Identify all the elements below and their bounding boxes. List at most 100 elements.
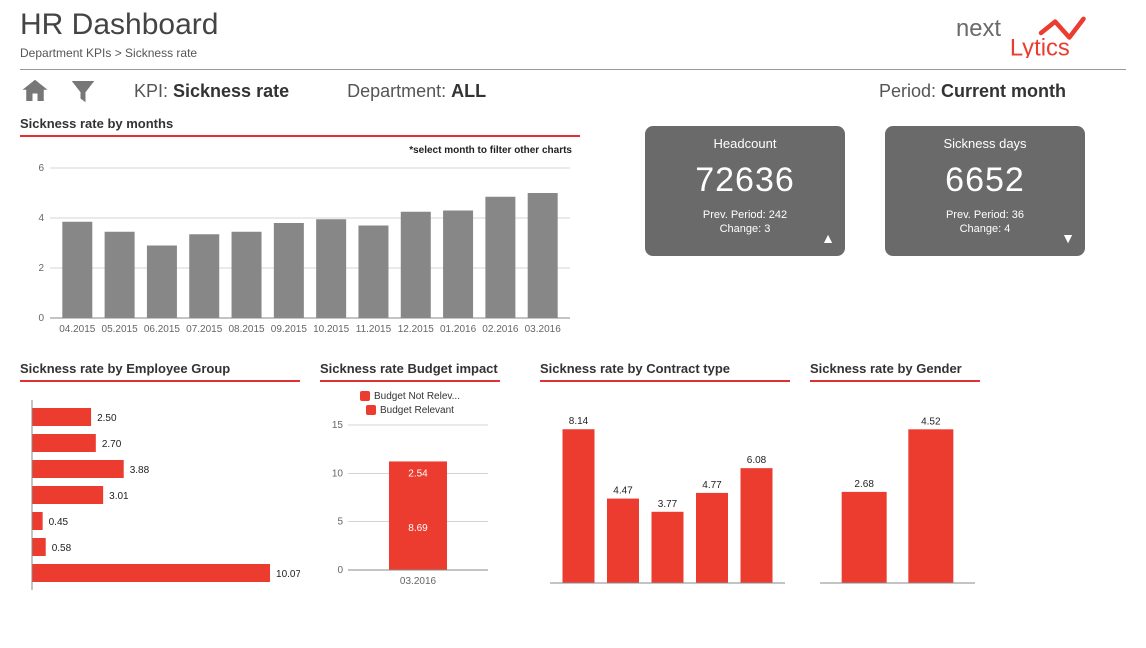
arrow-up-icon: ▲ [821, 230, 835, 246]
svg-text:6.08: 6.08 [747, 455, 767, 466]
monthly-hint: *select month to filter other charts [20, 143, 580, 158]
tile-headcount-label: Headcount [714, 136, 777, 151]
svg-text:4.47: 4.47 [613, 486, 633, 497]
svg-text:12.2015: 12.2015 [398, 324, 435, 335]
svg-text:4: 4 [38, 213, 44, 224]
bar[interactable] [32, 486, 103, 504]
svg-text:0.58: 0.58 [52, 543, 72, 554]
svg-text:02.2016: 02.2016 [482, 324, 519, 335]
svg-text:4.52: 4.52 [921, 416, 941, 427]
tile-headcount[interactable]: Headcount 72636 Prev. Period: 242Change:… [645, 126, 845, 256]
svg-text:0.45: 0.45 [49, 517, 69, 528]
kpi-value: Sickness rate [173, 81, 289, 101]
tile-sickdays[interactable]: Sickness days 6652 Prev. Period: 36Chang… [885, 126, 1085, 256]
svg-text:5: 5 [337, 517, 343, 528]
svg-text:0: 0 [38, 313, 44, 324]
dept-value: ALL [451, 81, 486, 101]
svg-text:2.70: 2.70 [102, 439, 122, 450]
period-value: Current month [941, 81, 1066, 101]
svg-text:3.77: 3.77 [658, 499, 678, 510]
brand-logo: next Lytics [956, 8, 1126, 63]
bar[interactable] [274, 223, 304, 318]
svg-text:3.01: 3.01 [109, 491, 129, 502]
bar[interactable] [842, 492, 887, 583]
bar[interactable] [189, 234, 219, 318]
monthly-title: Sickness rate by months [20, 116, 580, 137]
bar[interactable] [485, 197, 515, 318]
chart-empgroup[interactable]: 2.50 2.70 3.88 3.01 0.45 0.58 10.07 [20, 388, 300, 598]
chart-gender[interactable]: 2.68 4.52 [810, 388, 980, 598]
kpi-label: KPI: [134, 81, 173, 101]
svg-text:2.50: 2.50 [97, 413, 117, 424]
period-label: Period: [879, 81, 941, 101]
svg-text:15: 15 [332, 420, 344, 431]
kpi-filter: KPI: Sickness rate [134, 81, 289, 102]
svg-text:11.2015: 11.2015 [356, 324, 392, 335]
bar[interactable] [316, 219, 346, 318]
home-icon[interactable] [20, 76, 50, 106]
svg-text:10.07: 10.07 [276, 569, 300, 580]
bar[interactable] [443, 211, 473, 319]
contract-title: Sickness rate by Contract type [540, 361, 790, 382]
bar[interactable] [528, 193, 558, 318]
breadcrumb[interactable]: Department KPIs > Sickness rate [20, 46, 218, 60]
budget-legend: Budget Not Relev... Budget Relevant [320, 388, 500, 420]
svg-text:2.54: 2.54 [408, 469, 428, 480]
svg-text:4.77: 4.77 [702, 480, 722, 491]
divider [20, 69, 1126, 70]
bar[interactable] [32, 434, 96, 452]
page-title: HR Dashboard [20, 8, 218, 42]
bar[interactable] [607, 499, 639, 583]
tile-headcount-value: 72636 [695, 161, 795, 200]
svg-text:2.68: 2.68 [854, 479, 874, 490]
bar[interactable] [32, 408, 91, 426]
bar[interactable] [32, 512, 43, 530]
gender-title: Sickness rate by Gender [810, 361, 980, 382]
bar[interactable] [105, 232, 135, 318]
bar[interactable] [232, 232, 262, 318]
svg-text:3.88: 3.88 [130, 465, 150, 476]
svg-text:10: 10 [332, 468, 344, 479]
budget-legend1: Budget Not Relev... [374, 391, 460, 402]
bar[interactable] [908, 429, 953, 583]
dept-filter: Department: ALL [347, 81, 486, 102]
filter-bar: KPI: Sickness rate Department: ALL Perio… [20, 76, 1126, 106]
empgroup-title: Sickness rate by Employee Group [20, 361, 300, 382]
svg-text:6: 6 [38, 163, 44, 174]
tile-sickdays-label: Sickness days [943, 136, 1026, 151]
bar[interactable] [358, 226, 388, 319]
svg-text:Lytics: Lytics [1010, 35, 1070, 58]
bar[interactable] [32, 538, 46, 556]
bar[interactable] [741, 468, 773, 583]
svg-text:01.2016: 01.2016 [440, 324, 477, 335]
arrow-down-icon: ▼ [1061, 230, 1075, 246]
tile-sickdays-value: 6652 [945, 161, 1025, 200]
bar[interactable] [696, 493, 728, 583]
svg-text:03.2016: 03.2016 [400, 576, 437, 587]
budget-legend2: Budget Relevant [380, 405, 454, 416]
svg-text:06.2015: 06.2015 [144, 324, 181, 335]
svg-text:2: 2 [38, 263, 44, 274]
bar[interactable] [32, 564, 270, 582]
svg-text:09.2015: 09.2015 [271, 324, 308, 335]
svg-text:08.2015: 08.2015 [228, 324, 265, 335]
chart-monthly[interactable]: 024604.201505.201506.201507.201508.20150… [20, 158, 580, 348]
svg-text:05.2015: 05.2015 [102, 324, 139, 335]
chart-budget[interactable]: 0510158.692.5403.2016 [320, 420, 500, 595]
bar[interactable] [32, 460, 124, 478]
svg-text:0: 0 [337, 565, 343, 576]
svg-text:8.14: 8.14 [569, 416, 589, 427]
bar[interactable] [563, 429, 595, 583]
bar[interactable] [62, 222, 92, 318]
chart-contract[interactable]: 8.14 4.47 3.77 4.77 6.08 [540, 388, 790, 598]
bar[interactable] [652, 512, 684, 583]
bar[interactable] [401, 212, 431, 318]
legend-swatch-icon [366, 405, 376, 415]
bar[interactable] [147, 246, 177, 319]
svg-text:04.2015: 04.2015 [59, 324, 96, 335]
svg-text:10.2015: 10.2015 [313, 324, 350, 335]
filter-icon[interactable] [68, 76, 98, 106]
legend-swatch-icon [360, 391, 370, 401]
budget-title: Sickness rate Budget impact [320, 361, 500, 382]
svg-text:next: next [956, 15, 1001, 42]
